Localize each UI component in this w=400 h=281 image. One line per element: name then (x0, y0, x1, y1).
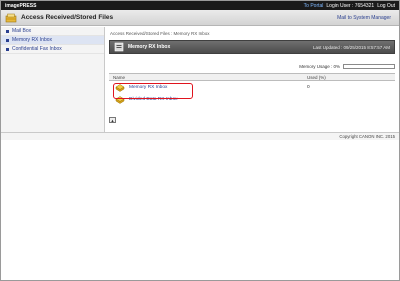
inbox-folder-icon (5, 13, 17, 22)
footer: Copyright CANON INC. 2015 (1, 132, 399, 140)
panel-title: Memory RX Inbox (128, 44, 171, 50)
memory-usage: Memory Usage : 0% (281, 63, 395, 70)
sidebar-item-label: Mail Box (12, 28, 32, 34)
table-header: Name Used (%) (109, 73, 395, 81)
sidebar-item-confidential-fax-inbox[interactable]: Confidential Fax Inbox (1, 45, 104, 54)
memory-rx-inbox-icon (114, 42, 124, 52)
top-links: To Portal Login User : 7654321 Log Out (304, 3, 395, 9)
column-header-name: Name (113, 74, 126, 80)
title-bar: Access Received/Stored Files Mail to Sys… (1, 10, 399, 26)
sidebar-item-memory-rx-inbox[interactable]: Memory RX Inbox (1, 36, 104, 45)
page-title: Access Received/Stored Files (21, 14, 114, 21)
column-header-used: Used (%) (307, 74, 326, 80)
inbox-used-percent: 0 (307, 84, 310, 90)
memory-usage-label: Memory Usage : 0% (299, 64, 340, 69)
panel-header: Memory RX Inbox Last Updated : 09/25/201… (109, 40, 395, 54)
login-user-label: Login User : 7654321 (326, 2, 375, 9)
to-portal-link[interactable]: To Portal (304, 3, 324, 9)
memory-usage-bar (343, 64, 395, 69)
logout-link[interactable]: Log Out (377, 3, 395, 9)
sidebar: Mail Box Memory RX Inbox Confidential Fa… (1, 27, 105, 132)
bullet-icon (6, 38, 9, 42)
app-window: imagePRESS To Portal Login User : 765432… (0, 0, 400, 281)
main-content: Access Received/Stored Files : Memory RX… (106, 27, 398, 132)
bullet-icon (6, 47, 9, 51)
brand-name: imagePRESS (5, 2, 37, 9)
sidebar-item-mail-box[interactable]: Mail Box (1, 27, 104, 36)
breadcrumb: Access Received/Stored Files : Memory RX… (110, 31, 210, 36)
sidebar-item-label: Confidential Fax Inbox (12, 46, 62, 52)
bullet-icon (6, 29, 9, 33)
sidebar-item-label: Memory RX Inbox (12, 37, 53, 43)
last-updated-text: Last Updated : 09/25/2015 8:57:57 AM (312, 44, 390, 50)
back-to-top-button[interactable]: ▲ (109, 117, 116, 123)
mail-to-system-manager-link[interactable]: Mail to System Manager (337, 15, 391, 21)
copyright-text: Copyright CANON INC. 2015 (339, 134, 395, 139)
top-bar: imagePRESS To Portal Login User : 765432… (1, 1, 399, 10)
highlight-box (113, 83, 193, 99)
